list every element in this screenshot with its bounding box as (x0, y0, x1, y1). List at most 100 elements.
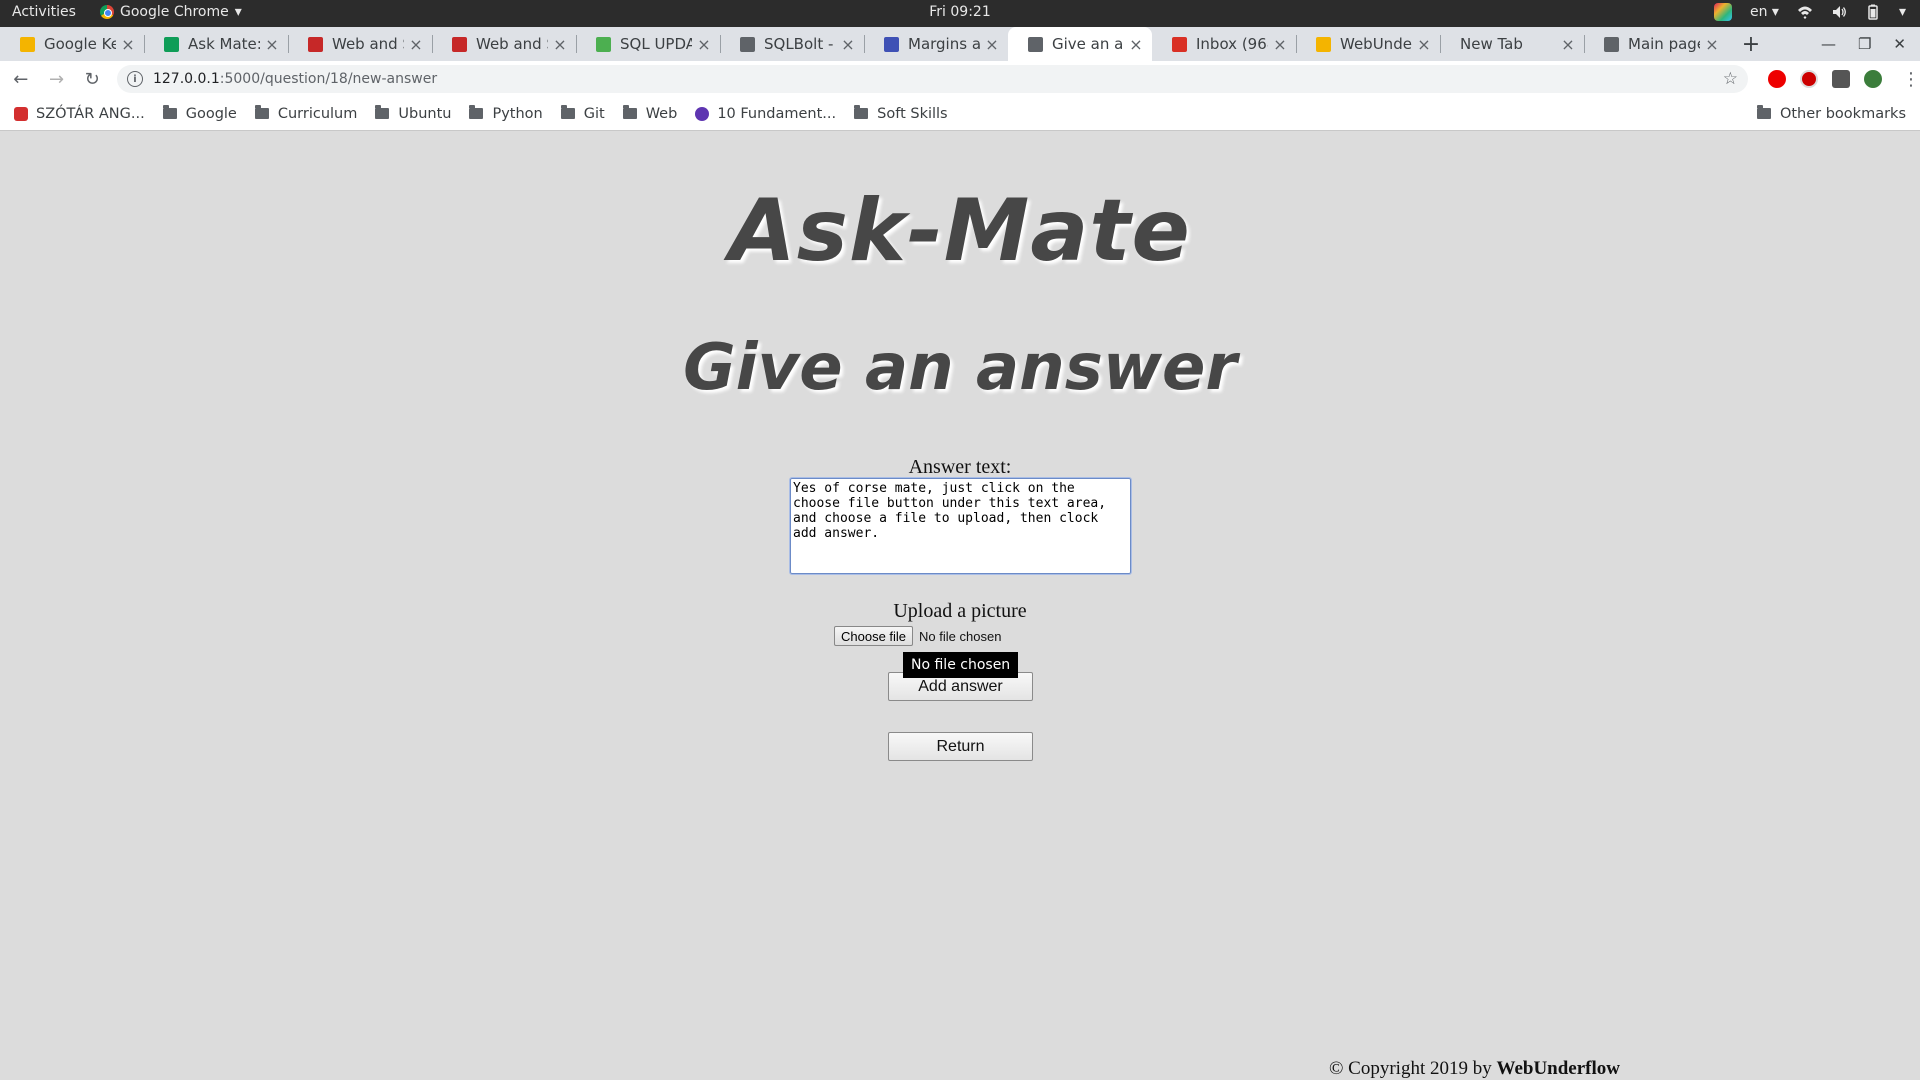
close-icon[interactable]: × (1416, 35, 1432, 54)
folder-icon (560, 105, 575, 119)
close-icon[interactable]: × (120, 35, 136, 54)
close-icon[interactable]: × (1272, 35, 1288, 54)
chrome-menu-icon[interactable]: ⋮ (1902, 69, 1920, 90)
choose-file-button[interactable]: Choose file (834, 626, 914, 646)
tab-title: Margins and (908, 35, 980, 53)
tab-title: SQL UPDAT (620, 35, 692, 53)
page-title: Give an answer (683, 331, 1237, 405)
profile-avatar[interactable] (1864, 70, 1883, 88)
folder-icon (162, 105, 177, 119)
tab-3[interactable]: Web and SC× (432, 27, 576, 61)
other-bookmarks[interactable]: Other bookmarks (1756, 105, 1906, 122)
folder-icon (1756, 105, 1771, 119)
favicon-icon (20, 36, 35, 52)
tab-4[interactable]: SQL UPDAT× (576, 27, 720, 61)
tab-title: Give an ans (1052, 35, 1124, 53)
favicon-icon (1028, 36, 1043, 52)
url-path: :5000/question/18/new-answer (219, 71, 438, 87)
opera-extension-icon[interactable] (1768, 70, 1787, 88)
favicon-icon (452, 36, 467, 52)
site-favicon-icon (14, 106, 28, 121)
adblock-extension-icon[interactable] (1800, 70, 1819, 88)
close-icon[interactable]: × (1560, 35, 1576, 54)
tab-7[interactable]: Give an ans× (1008, 27, 1152, 61)
folder-icon (854, 105, 869, 119)
wifi-icon[interactable] (1797, 4, 1813, 20)
close-icon[interactable]: × (984, 35, 1000, 54)
forward-button[interactable]: → (42, 64, 72, 94)
reload-button[interactable]: ↻ (77, 64, 107, 94)
site-brand: Ask-Mate (729, 181, 1191, 281)
folder-icon (622, 105, 637, 119)
restore-icon[interactable]: ❐ (1858, 35, 1871, 53)
app-name: Google Chrome (120, 4, 229, 20)
bookmark-star-icon[interactable]: ☆ (1723, 69, 1738, 89)
tab-1[interactable]: Ask Mate: W× (144, 27, 288, 61)
tab-title: Web and SC (476, 35, 548, 53)
app-menu[interactable]: Google Chrome ▾ (100, 4, 242, 20)
chevron-down-icon: ▾ (234, 4, 242, 20)
tab-title: Main page | (1628, 35, 1700, 53)
address-bar[interactable]: i 127.0.0.1:5000/question/18/new-answer … (116, 65, 1749, 93)
site-info-icon[interactable]: i (126, 71, 143, 87)
chrome-icon (100, 5, 114, 19)
shield-extension-icon[interactable] (1832, 70, 1851, 88)
bookmark-4[interactable]: Python (469, 105, 543, 122)
footer-brand: WebUnderflow (1496, 1058, 1621, 1079)
close-icon[interactable]: × (552, 35, 568, 54)
return-button[interactable]: Return (888, 732, 1033, 761)
bookmarks-bar: SZÓTÁR ANG... Google Curriculum Ubuntu Pytho… (0, 97, 1920, 131)
minimize-icon[interactable]: — (1821, 35, 1836, 53)
bookmark-1[interactable]: Google (162, 105, 237, 122)
url-host: 127.0.0.1 (152, 71, 220, 87)
folder-icon (254, 105, 269, 119)
close-icon[interactable]: × (1704, 35, 1720, 54)
tab-title: Inbox (968) (1196, 35, 1268, 53)
system-tray[interactable]: en ▾ ▾ (1713, 3, 1906, 21)
file-status: No file chosen (919, 628, 1002, 644)
file-input[interactable]: Choose file No file chosen (834, 626, 1001, 646)
bookmark-5[interactable]: Git (560, 105, 605, 122)
clock[interactable]: Fri 09:21 (0, 4, 1920, 20)
os-top-bar: Activities Google Chrome ▾ Fri 09:21 en … (0, 0, 1920, 27)
tab-9[interactable]: WebUnderfl× (1296, 27, 1440, 61)
tab-10[interactable]: New Tab × (1440, 27, 1584, 61)
new-tab-button[interactable]: + (1734, 27, 1768, 61)
bookmark-7[interactable]: 10 Fundament... (695, 106, 836, 122)
tab-8[interactable]: Inbox (968)× (1152, 27, 1296, 61)
language-indicator[interactable]: en ▾ (1750, 4, 1779, 20)
tab-title: Web and SC (332, 35, 404, 53)
tab-title: Google Kee (44, 35, 116, 53)
tab-0[interactable]: Google Kee× (0, 27, 144, 61)
tab-2[interactable]: Web and SC× (288, 27, 432, 61)
tab-11[interactable]: Main page |× (1584, 27, 1728, 61)
bookmark-2[interactable]: Curriculum (254, 105, 357, 122)
tab-title: New Tab (1460, 35, 1523, 53)
tab-title: Ask Mate: W (188, 35, 260, 53)
tab-5[interactable]: SQLBolt - Le× (720, 27, 864, 61)
close-window-icon[interactable]: ✕ (1893, 35, 1906, 53)
chevron-down-icon[interactable]: ▾ (1899, 4, 1906, 20)
favicon-icon (740, 36, 755, 52)
bookmark-6[interactable]: Web (622, 105, 677, 122)
tab-title: SQLBolt - Le (764, 35, 836, 53)
answer-textarea[interactable]: Yes of corse mate, just click on the cho… (789, 477, 1132, 575)
favicon-icon (308, 36, 323, 52)
battery-icon[interactable] (1865, 4, 1881, 20)
folder-icon (375, 105, 390, 119)
bookmark-3[interactable]: Ubuntu (375, 105, 451, 122)
close-icon[interactable]: × (840, 35, 856, 54)
activities-button[interactable]: Activities (12, 4, 76, 20)
close-icon[interactable]: × (264, 35, 280, 54)
back-button[interactable]: ← (6, 64, 36, 94)
close-icon[interactable]: × (1128, 35, 1144, 54)
close-icon[interactable]: × (408, 35, 424, 54)
bookmark-8[interactable]: Soft Skills (854, 105, 948, 122)
tab-6[interactable]: Margins and× (864, 27, 1008, 61)
folder-icon (469, 105, 484, 119)
favicon-icon (164, 36, 179, 52)
volume-icon[interactable] (1831, 4, 1847, 20)
slack-icon[interactable] (1713, 3, 1732, 21)
bookmark-0[interactable]: SZÓTÁR ANG... (14, 106, 145, 122)
close-icon[interactable]: × (696, 35, 712, 54)
